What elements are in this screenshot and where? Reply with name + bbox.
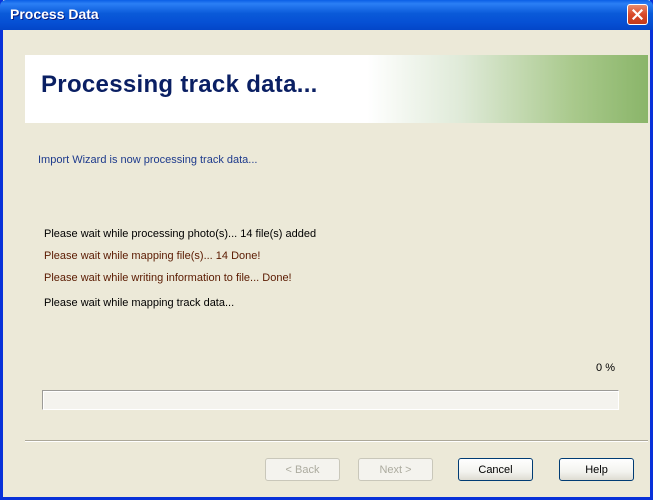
progress-percent-label: 0 % bbox=[596, 362, 615, 374]
wizard-header-title: Processing track data... bbox=[41, 71, 318, 98]
help-button[interactable]: Help bbox=[559, 458, 634, 481]
status-line-mapping-files: Please wait while mapping file(s)... 14 … bbox=[44, 250, 261, 262]
wizard-header-banner: Processing track data... bbox=[25, 55, 648, 123]
title-bar[interactable]: Process Data bbox=[0, 0, 653, 30]
cancel-button[interactable]: Cancel bbox=[458, 458, 533, 481]
close-button[interactable] bbox=[627, 4, 648, 25]
window-title: Process Data bbox=[10, 6, 99, 22]
status-line-writing-info: Please wait while writing information to… bbox=[44, 272, 292, 284]
intro-text: Import Wizard is now processing track da… bbox=[38, 154, 258, 166]
back-button[interactable]: < Back bbox=[265, 458, 340, 481]
next-button[interactable]: Next > bbox=[358, 458, 433, 481]
close-icon bbox=[632, 9, 643, 20]
progress-bar bbox=[42, 390, 619, 410]
button-separator bbox=[25, 440, 648, 442]
status-line-photos: Please wait while processing photo(s)...… bbox=[44, 228, 317, 240]
process-data-dialog: Process Data Processing track data... Im… bbox=[0, 0, 653, 500]
status-line-mapping-track: Please wait while mapping track data... bbox=[44, 297, 235, 309]
